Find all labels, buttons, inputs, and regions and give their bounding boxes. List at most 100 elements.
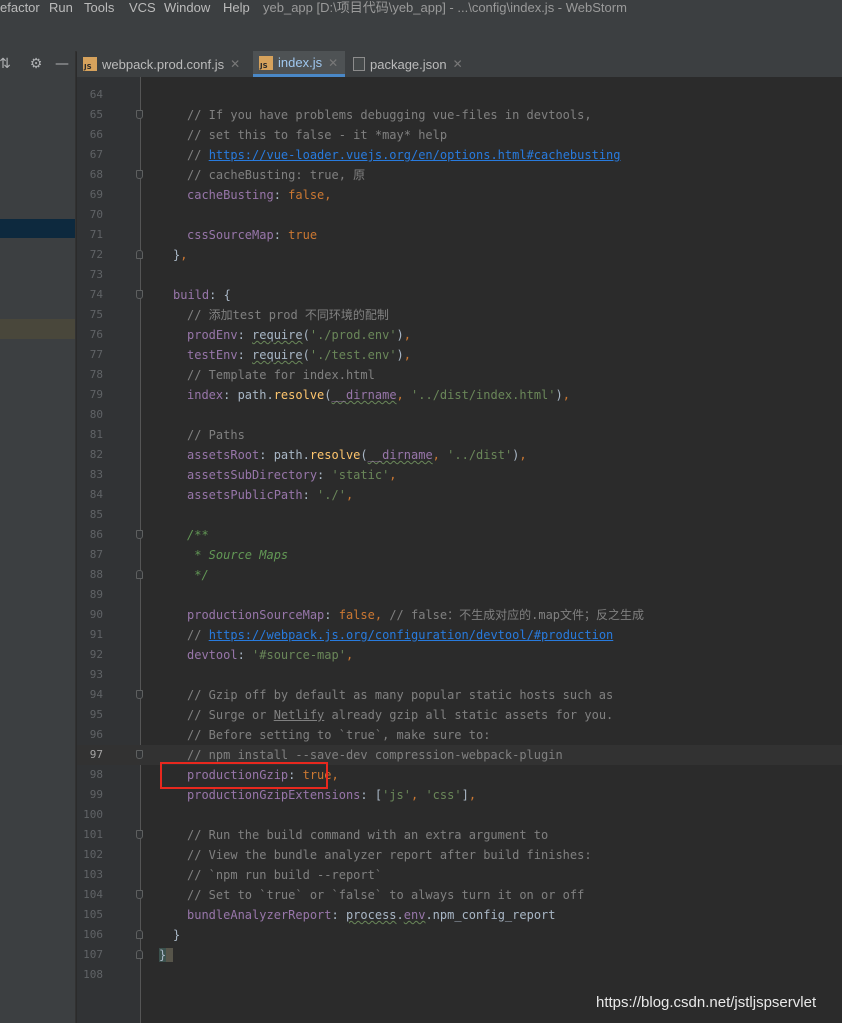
- code-text: }: [173, 928, 181, 942]
- code-line[interactable]: 88 */: [77, 565, 842, 585]
- fold-marker-icon[interactable]: [136, 250, 143, 259]
- line-number: 74: [89, 288, 103, 301]
- code-line[interactable]: 98 productionGzip: true,: [77, 765, 842, 785]
- code-line[interactable]: 96 // Before setting to `true`, make sure…: [77, 725, 842, 745]
- code-line[interactable]: 72},: [77, 245, 842, 265]
- code-line[interactable]: 67 // https://vue-loader.vuejs.org/en/opt…: [77, 145, 842, 165]
- line-number: 81: [89, 428, 103, 441]
- fold-marker-icon[interactable]: [136, 930, 143, 939]
- fold-marker-icon[interactable]: [136, 110, 143, 119]
- code-line[interactable]: 91 // https://webpack.js.org/configuratio…: [77, 625, 842, 645]
- code-text: // set this to false - it *may* help: [187, 128, 448, 142]
- code-line[interactable]: 68 // cacheBusting: true, 原: [77, 165, 842, 185]
- line-number: 84: [89, 488, 103, 501]
- tab-webpack-prod-conf[interactable]: JS webpack.prod.conf.js ✕: [77, 51, 251, 77]
- line-number: 64: [89, 88, 103, 101]
- menu-help[interactable]: Help: [223, 0, 250, 16]
- code-line[interactable]: 84 assetsPublicPath: './',: [77, 485, 842, 505]
- code-line[interactable]: 76 prodEnv: require('./prod.env'),: [77, 325, 842, 345]
- fold-marker-icon[interactable]: [136, 750, 143, 759]
- code-text: // If you have problems debugging vue-fi…: [187, 108, 592, 122]
- fold-marker-icon[interactable]: [136, 530, 143, 539]
- fold-marker-icon[interactable]: [136, 170, 143, 179]
- code-line[interactable]: 101 // Run the build command with an extr…: [77, 825, 842, 845]
- editor-tabs: JS webpack.prod.conf.js ✕ JS index.js ✕ …: [77, 51, 842, 77]
- code-text: testEnv: require('./test.env'),: [187, 348, 412, 362]
- fold-marker-icon[interactable]: [136, 290, 143, 299]
- code-line[interactable]: 102 // View the bundle analyzer report af…: [77, 845, 842, 865]
- code-line[interactable]: 94 // Gzip off by default as many popular…: [77, 685, 842, 705]
- code-line[interactable]: 97 // npm install --save-dev compression-…: [77, 745, 842, 765]
- code-text: prodEnv: require('./prod.env'),: [187, 328, 412, 342]
- close-icon[interactable]: ✕: [328, 56, 338, 70]
- code-line[interactable]: 64: [77, 85, 842, 105]
- line-number: 108: [83, 968, 103, 981]
- code-line[interactable]: 107}: [77, 945, 842, 965]
- code-line[interactable]: 82 assetsRoot: path.resolve(__dirname, '.…: [77, 445, 842, 465]
- close-icon[interactable]: ✕: [453, 57, 463, 71]
- selected-tree-item[interactable]: [0, 219, 76, 238]
- code-line[interactable]: 73: [77, 265, 842, 285]
- menu-run[interactable]: Run: [49, 0, 73, 16]
- code-text: assetsPublicPath: './',: [187, 488, 354, 502]
- panel-divider: [75, 51, 76, 1023]
- highlighted-tree-item[interactable]: [0, 319, 76, 339]
- fold-marker-icon[interactable]: [136, 950, 143, 959]
- code-line[interactable]: 100: [77, 805, 842, 825]
- line-number: 75: [89, 308, 103, 321]
- gear-icon[interactable]: ⚙: [27, 54, 45, 74]
- line-number: 71: [89, 228, 103, 241]
- code-line[interactable]: 85: [77, 505, 842, 525]
- window-title: yeb_app [D:\项目代码\yeb_app] - ...\config\i…: [263, 0, 627, 15]
- menu-refactor[interactable]: efactor: [0, 0, 40, 16]
- line-number: 101: [83, 828, 103, 841]
- code-line[interactable]: 86 /**: [77, 525, 842, 545]
- hide-panel-icon[interactable]: —: [53, 54, 71, 74]
- code-line[interactable]: 71 cssSourceMap: true: [77, 225, 842, 245]
- code-line[interactable]: 104 // Set to `true` or `false` to always…: [77, 885, 842, 905]
- fold-marker-icon[interactable]: [136, 830, 143, 839]
- fold-marker-icon[interactable]: [136, 690, 143, 699]
- code-line[interactable]: 75 // 添加test prod 不同环境的配制: [77, 305, 842, 325]
- collapse-icon[interactable]: ⇅: [0, 54, 14, 74]
- code-line[interactable]: 79 index: path.resolve(__dirname, '../dis…: [77, 385, 842, 405]
- code-line[interactable]: 69 cacheBusting: false,: [77, 185, 842, 205]
- code-line[interactable]: 108: [77, 965, 842, 985]
- code-line[interactable]: 95 // Surge or Netlify already gzip all s…: [77, 705, 842, 725]
- code-editor[interactable]: 64 65 // If you have problems debugging vu…: [77, 77, 842, 1023]
- close-icon[interactable]: ✕: [230, 57, 240, 71]
- line-number: 73: [89, 268, 103, 281]
- code-line[interactable]: 78 // Template for index.html: [77, 365, 842, 385]
- code-line[interactable]: 65 // If you have problems debugging vue-…: [77, 105, 842, 125]
- line-number: 98: [89, 768, 103, 781]
- fold-marker-icon[interactable]: [136, 570, 143, 579]
- code-line[interactable]: 80: [77, 405, 842, 425]
- code-text: build: {: [173, 288, 231, 302]
- code-line[interactable]: 74 build: {: [77, 285, 842, 305]
- code-line[interactable]: 106}: [77, 925, 842, 945]
- code-line[interactable]: 81 // Paths: [77, 425, 842, 445]
- code-line[interactable]: 105 bundleAnalyzerReport: process.env.npm…: [77, 905, 842, 925]
- code-line[interactable]: 89: [77, 585, 842, 605]
- code-line[interactable]: 83 assetsSubDirectory: 'static',: [77, 465, 842, 485]
- code-line[interactable]: 99 productionGzipExtensions: ['js', 'css'…: [77, 785, 842, 805]
- code-line[interactable]: 103 // `npm run build --report`: [77, 865, 842, 885]
- menu-vcs[interactable]: VCS: [129, 0, 156, 16]
- menu-tools[interactable]: Tools: [84, 0, 114, 16]
- code-line[interactable]: 66 // set this to false - it *may* help: [77, 125, 842, 145]
- tab-package-json[interactable]: package.json ✕: [347, 51, 467, 77]
- code-line[interactable]: 87 * Source Maps: [77, 545, 842, 565]
- tab-index-js[interactable]: JS index.js ✕: [253, 51, 345, 77]
- code-line[interactable]: 93: [77, 665, 842, 685]
- code-line[interactable]: 92 devtool: '#source-map',: [77, 645, 842, 665]
- code-text: // cacheBusting: true, 原: [187, 168, 366, 182]
- menu-window[interactable]: Window: [164, 0, 210, 16]
- line-number: 65: [89, 108, 103, 121]
- code-line[interactable]: 77 testEnv: require('./test.env'),: [77, 345, 842, 365]
- line-number: 106: [83, 928, 103, 941]
- fold-marker-icon[interactable]: [136, 890, 143, 899]
- code-text: cssSourceMap: true: [187, 228, 318, 242]
- code-text: index: path.resolve(__dirname, '../dist/…: [187, 388, 570, 402]
- code-line[interactable]: 70: [77, 205, 842, 225]
- code-line[interactable]: 90 productionSourceMap: false, // false：不…: [77, 605, 842, 625]
